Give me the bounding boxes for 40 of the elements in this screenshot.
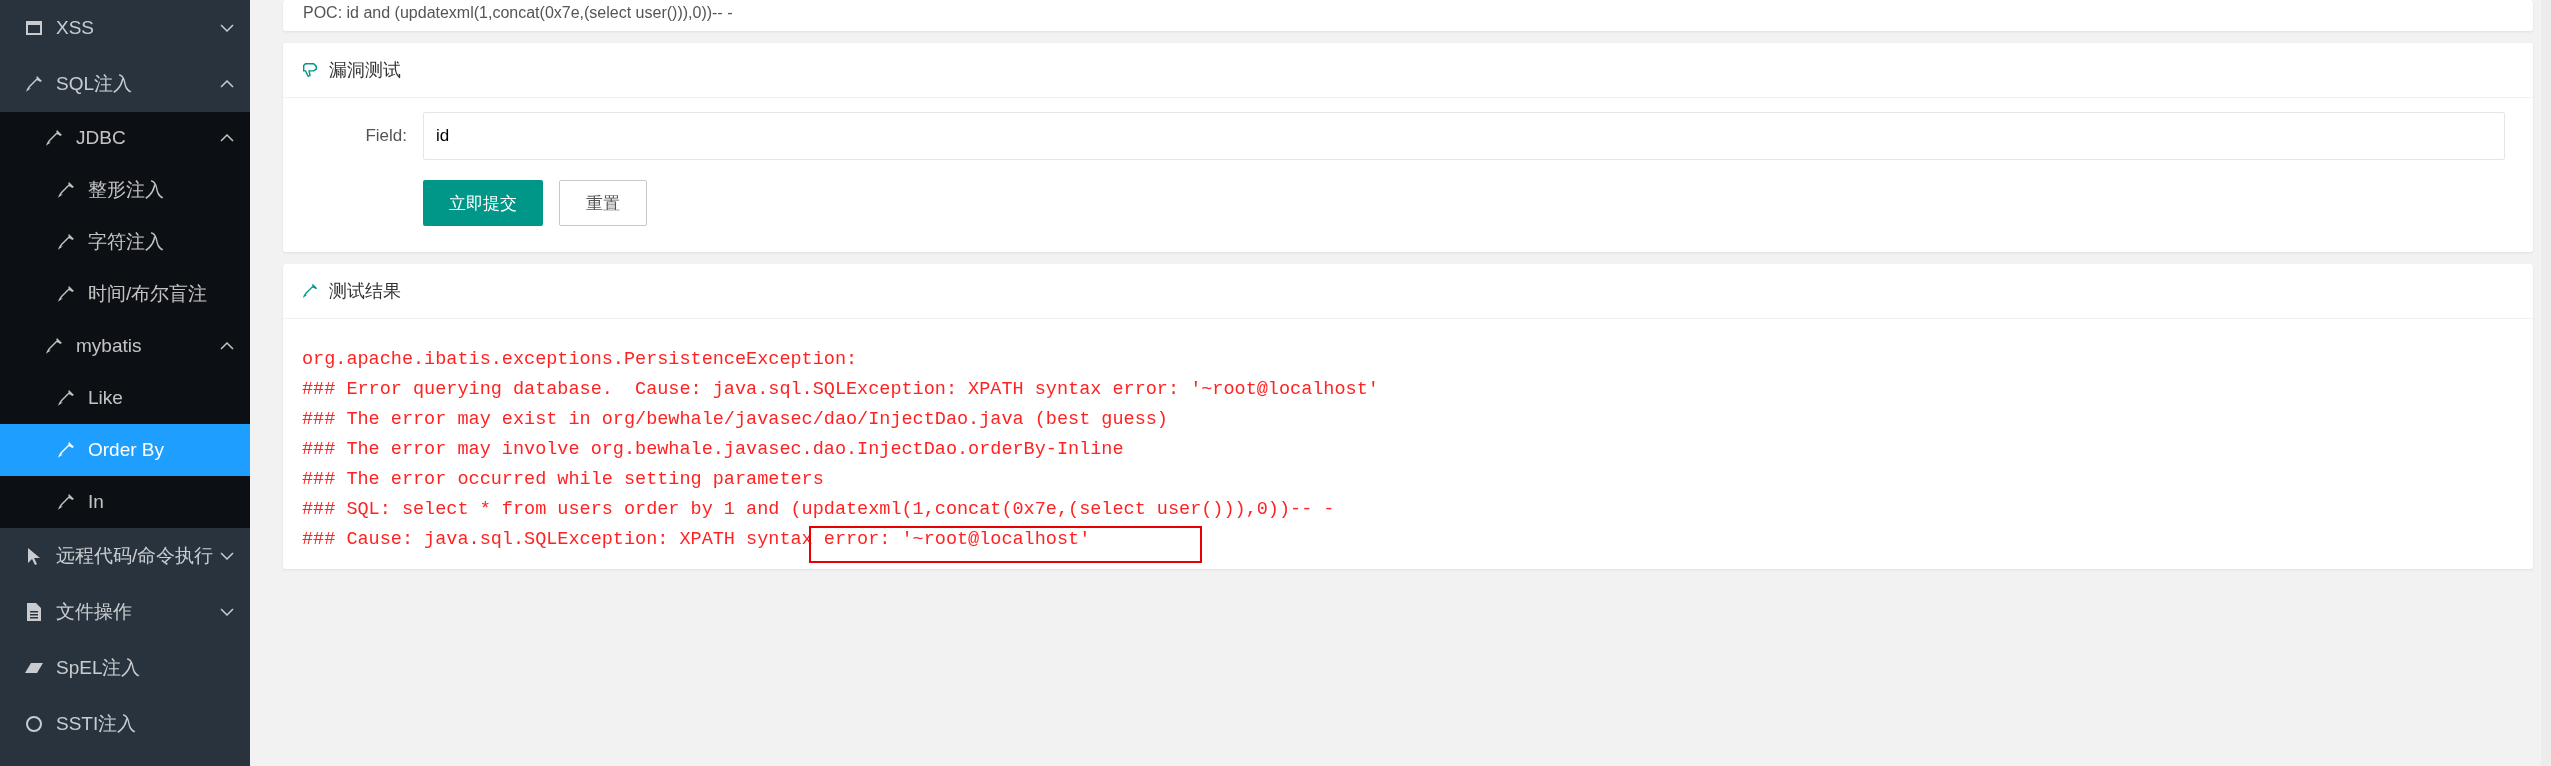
error-output-line: ### The error may involve org.bewhale.javasec.dao.InjectDao.orderBy-Inline [302,439,1124,460]
menu-item[interactable]: mybatis [0,320,250,372]
eyedropper-icon [44,336,64,356]
eyedropper-icon [44,128,64,148]
menu-item[interactable]: 字符注入 [0,216,250,268]
menu-item[interactable]: 远程代码/命令执行 [0,528,250,584]
error-output-line: ### The error may exist in org/bewhale/javasec/dao/InjectDao.java (best guess) [302,409,1168,430]
error-output-line: ### Error querying database. Cause: java.sql.SQLException: XPATH syntax error: '~root@localhost' [302,379,1379,400]
circle-icon [24,714,44,734]
reset-button[interactable]: 重置 [559,180,647,226]
card-title: 测试结果 [329,280,401,303]
eyedropper-icon [56,284,76,304]
menu-item[interactable]: SSTI注入 [0,696,250,752]
menu-item[interactable]: 时间/布尔盲注 [0,268,250,320]
menu-item[interactable]: 整形注入 [0,164,250,216]
pointing-hand-icon [301,61,319,79]
eyedropper-icon [56,492,76,512]
submit-button[interactable]: 立即提交 [423,180,543,226]
error-output-line: ### SQL: select * from users order by 1 and (updatexml(1,concat(0x7e,(select user())),0))-- - [302,499,1335,520]
eyedropper-icon [301,282,319,300]
menu-item[interactable]: SQL注入 [0,56,250,112]
eyedropper-icon [56,440,76,460]
field-label: Field: [364,126,408,146]
document-icon [24,602,44,622]
menu-item[interactable]: 文件操作 [0,584,250,640]
card-title: 漏洞测试 [329,59,401,82]
menu-item[interactable]: Like [0,372,250,424]
error-output-line: ### The error occurred while setting parameters [302,469,824,490]
eyedropper-icon [56,180,76,200]
error-output-line: org.apache.ibatis.exceptions.PersistenceException: [302,349,858,370]
menu-item[interactable]: XSS [0,0,250,56]
field-input[interactable]: id [423,112,2505,160]
poc-text: POC: id and (updatexml(1,concat(0x7e,(select user())),0))-- - [303,4,733,21]
menu-item[interactable]: JDBC [0,112,250,164]
window-icon [24,18,44,38]
eyedropper-icon [56,388,76,408]
eyedropper-icon [24,74,44,94]
eyedropper-icon [56,232,76,252]
menu-item[interactable]: SpEL注入 [0,640,250,696]
menu-item[interactable]: In [0,476,250,528]
